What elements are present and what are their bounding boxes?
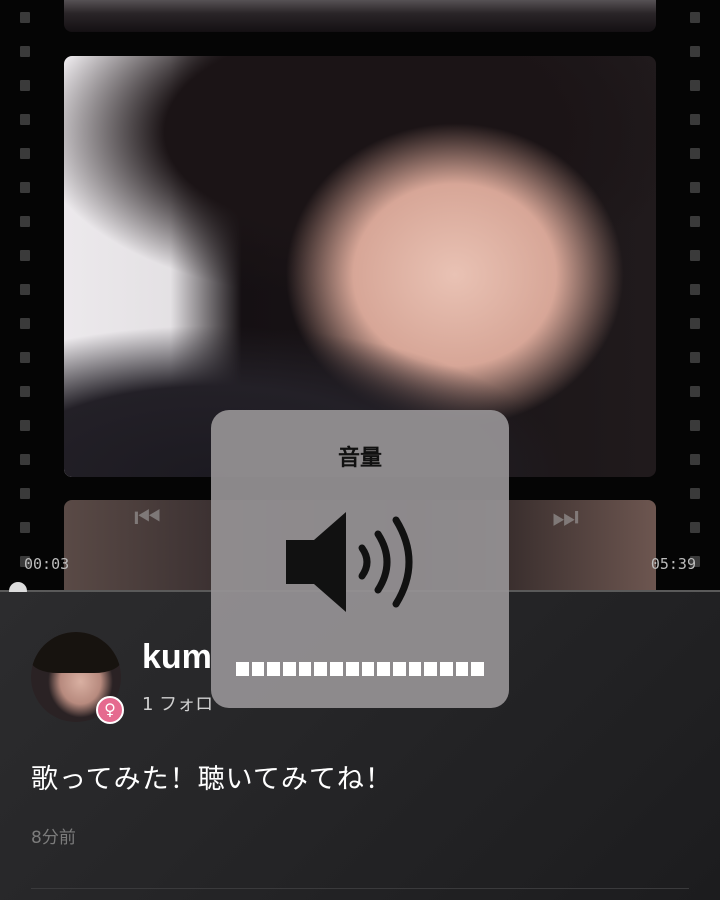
volume-segment	[267, 662, 281, 676]
follow-info[interactable]: 1 フォロ	[142, 690, 213, 716]
volume-segment	[345, 662, 359, 676]
film-sprocket-hole	[20, 216, 30, 227]
film-sprocket-hole	[690, 318, 700, 329]
volume-segment	[251, 662, 265, 676]
volume-hud-title: 音量	[337, 446, 382, 471]
film-sprocket-hole	[690, 182, 700, 193]
film-sprocket-hole	[690, 80, 700, 91]
skip-next-icon[interactable]: ⏭	[552, 500, 579, 535]
film-sprocket-hole	[690, 522, 700, 533]
volume-segment	[377, 662, 390, 676]
film-sprocket-hole	[690, 148, 700, 159]
volume-segment	[298, 662, 312, 676]
film-sprocket-hole	[20, 80, 30, 91]
film-sprocket-hole	[690, 12, 700, 23]
film-sprocket-hole	[20, 250, 30, 261]
post-caption: 歌ってみた！聴いてみてね！	[31, 764, 393, 795]
film-sprocket-hole	[690, 46, 700, 57]
volume-segment	[392, 662, 406, 676]
film-sprocket-right	[690, 0, 700, 592]
skip-previous-icon[interactable]: ⏮	[134, 500, 161, 535]
film-sprocket-hole	[20, 420, 30, 431]
female-icon: ♀	[96, 696, 124, 724]
volume-segment	[283, 662, 296, 676]
film-sprocket-hole	[690, 284, 700, 295]
film-sprocket-hole	[690, 454, 700, 465]
film-sprocket-hole	[20, 148, 30, 159]
film-sprocket-hole	[20, 12, 30, 23]
film-sprocket-hole	[690, 488, 700, 499]
film-sprocket-hole	[20, 318, 30, 329]
film-sprocket-hole	[20, 182, 30, 193]
film-sprocket-hole	[690, 250, 700, 261]
volume-segment	[471, 662, 484, 676]
volume-segment	[330, 662, 343, 676]
username[interactable]: kum	[142, 638, 212, 677]
film-sprocket-hole	[20, 352, 30, 363]
post-timestamp: 8分前	[31, 828, 76, 848]
volume-segment	[314, 662, 328, 676]
volume-hud: 音量	[211, 410, 509, 708]
film-sprocket-hole	[690, 352, 700, 363]
previous-frame-thumbnail[interactable]	[64, 0, 656, 32]
film-sprocket-hole	[690, 114, 700, 125]
film-sprocket-hole	[20, 386, 30, 397]
film-sprocket-hole	[20, 284, 30, 295]
film-sprocket-left	[20, 0, 30, 592]
volume-segment	[236, 662, 249, 676]
film-sprocket-hole	[20, 46, 30, 57]
film-sprocket-hole	[20, 454, 30, 465]
volume-level-bar	[236, 662, 484, 676]
volume-segment	[424, 662, 437, 676]
film-sprocket-hole	[690, 386, 700, 397]
film-sprocket-hole	[20, 522, 30, 533]
current-time: 00:03	[24, 555, 70, 573]
volume-segment	[408, 662, 422, 676]
total-time: 05:39	[650, 555, 696, 573]
film-sprocket-hole	[20, 114, 30, 125]
film-sprocket-hole	[690, 420, 700, 431]
film-sprocket-hole	[690, 216, 700, 227]
volume-segment	[361, 662, 375, 676]
film-sprocket-hole	[20, 488, 30, 499]
volume-segment	[439, 662, 453, 676]
volume-segment	[455, 662, 469, 676]
divider	[31, 888, 689, 889]
speaker-volume-icon	[286, 512, 413, 612]
